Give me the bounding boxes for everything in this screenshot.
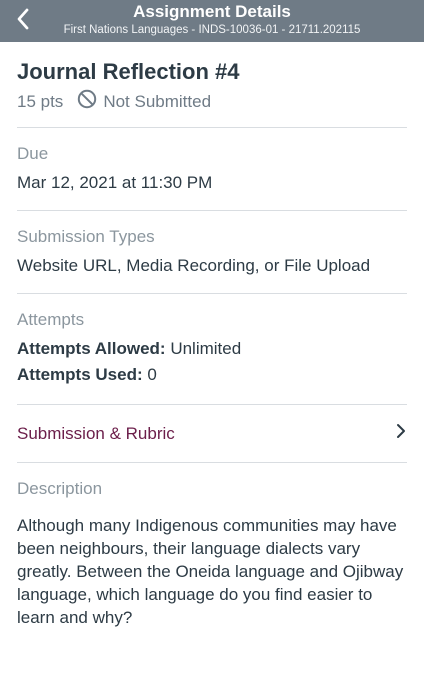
attempts-allowed-value: Unlimited (170, 339, 242, 358)
nav-subtitle: First Nations Languages - INDS-10036-01 … (63, 24, 361, 36)
due-section: Due Mar 12, 2021 at 11:30 PM (0, 128, 424, 210)
attempts-allowed-label: Attempts Allowed: (17, 339, 166, 358)
due-date: Mar 12, 2021 at 11:30 PM (17, 173, 213, 192)
navigation-bar: Assignment Details First Nations Languag… (0, 0, 424, 42)
assignment-title: Journal Reflection #4 (17, 59, 240, 84)
attempts-used-value: 0 (147, 365, 157, 384)
attempts-label: Attempts (17, 310, 85, 329)
assignment-header: Journal Reflection #4 15 pts Not Submitt… (0, 42, 424, 127)
submission-types-section: Submission Types Website URL, Media Reco… (0, 211, 424, 293)
description-text: Although many Indigenous communities may… (17, 516, 404, 627)
assignment-details: Journal Reflection #4 15 pts Not Submitt… (0, 42, 424, 629)
description-section: Description Although many Indigenous com… (0, 463, 424, 629)
chevron-right-icon (395, 422, 407, 445)
submission-types-value: Website URL, Media Recording, or File Up… (17, 256, 371, 275)
assignment-meta: 15 pts Not Submitted (17, 89, 407, 115)
submission-status: Not Submitted (77, 89, 211, 115)
nav-title: Assignment Details (133, 2, 291, 21)
no-entry-icon (77, 89, 103, 115)
submission-types-label: Submission Types (17, 227, 155, 246)
points-value: 15 pts (17, 92, 64, 111)
due-label: Due (17, 144, 49, 163)
status-text: Not Submitted (103, 92, 212, 111)
submission-rubric-row[interactable]: Submission & Rubric (0, 405, 424, 462)
attempts-used-label: Attempts Used: (17, 365, 143, 384)
description-label: Description (17, 479, 103, 498)
attempts-section: Attempts Attempts Allowed: Unlimited Att… (0, 294, 424, 404)
submission-rubric-label: Submission & Rubric (17, 423, 175, 443)
attempts-used: Attempts Used: 0 (17, 364, 407, 386)
attempts-allowed: Attempts Allowed: Unlimited (17, 338, 407, 360)
